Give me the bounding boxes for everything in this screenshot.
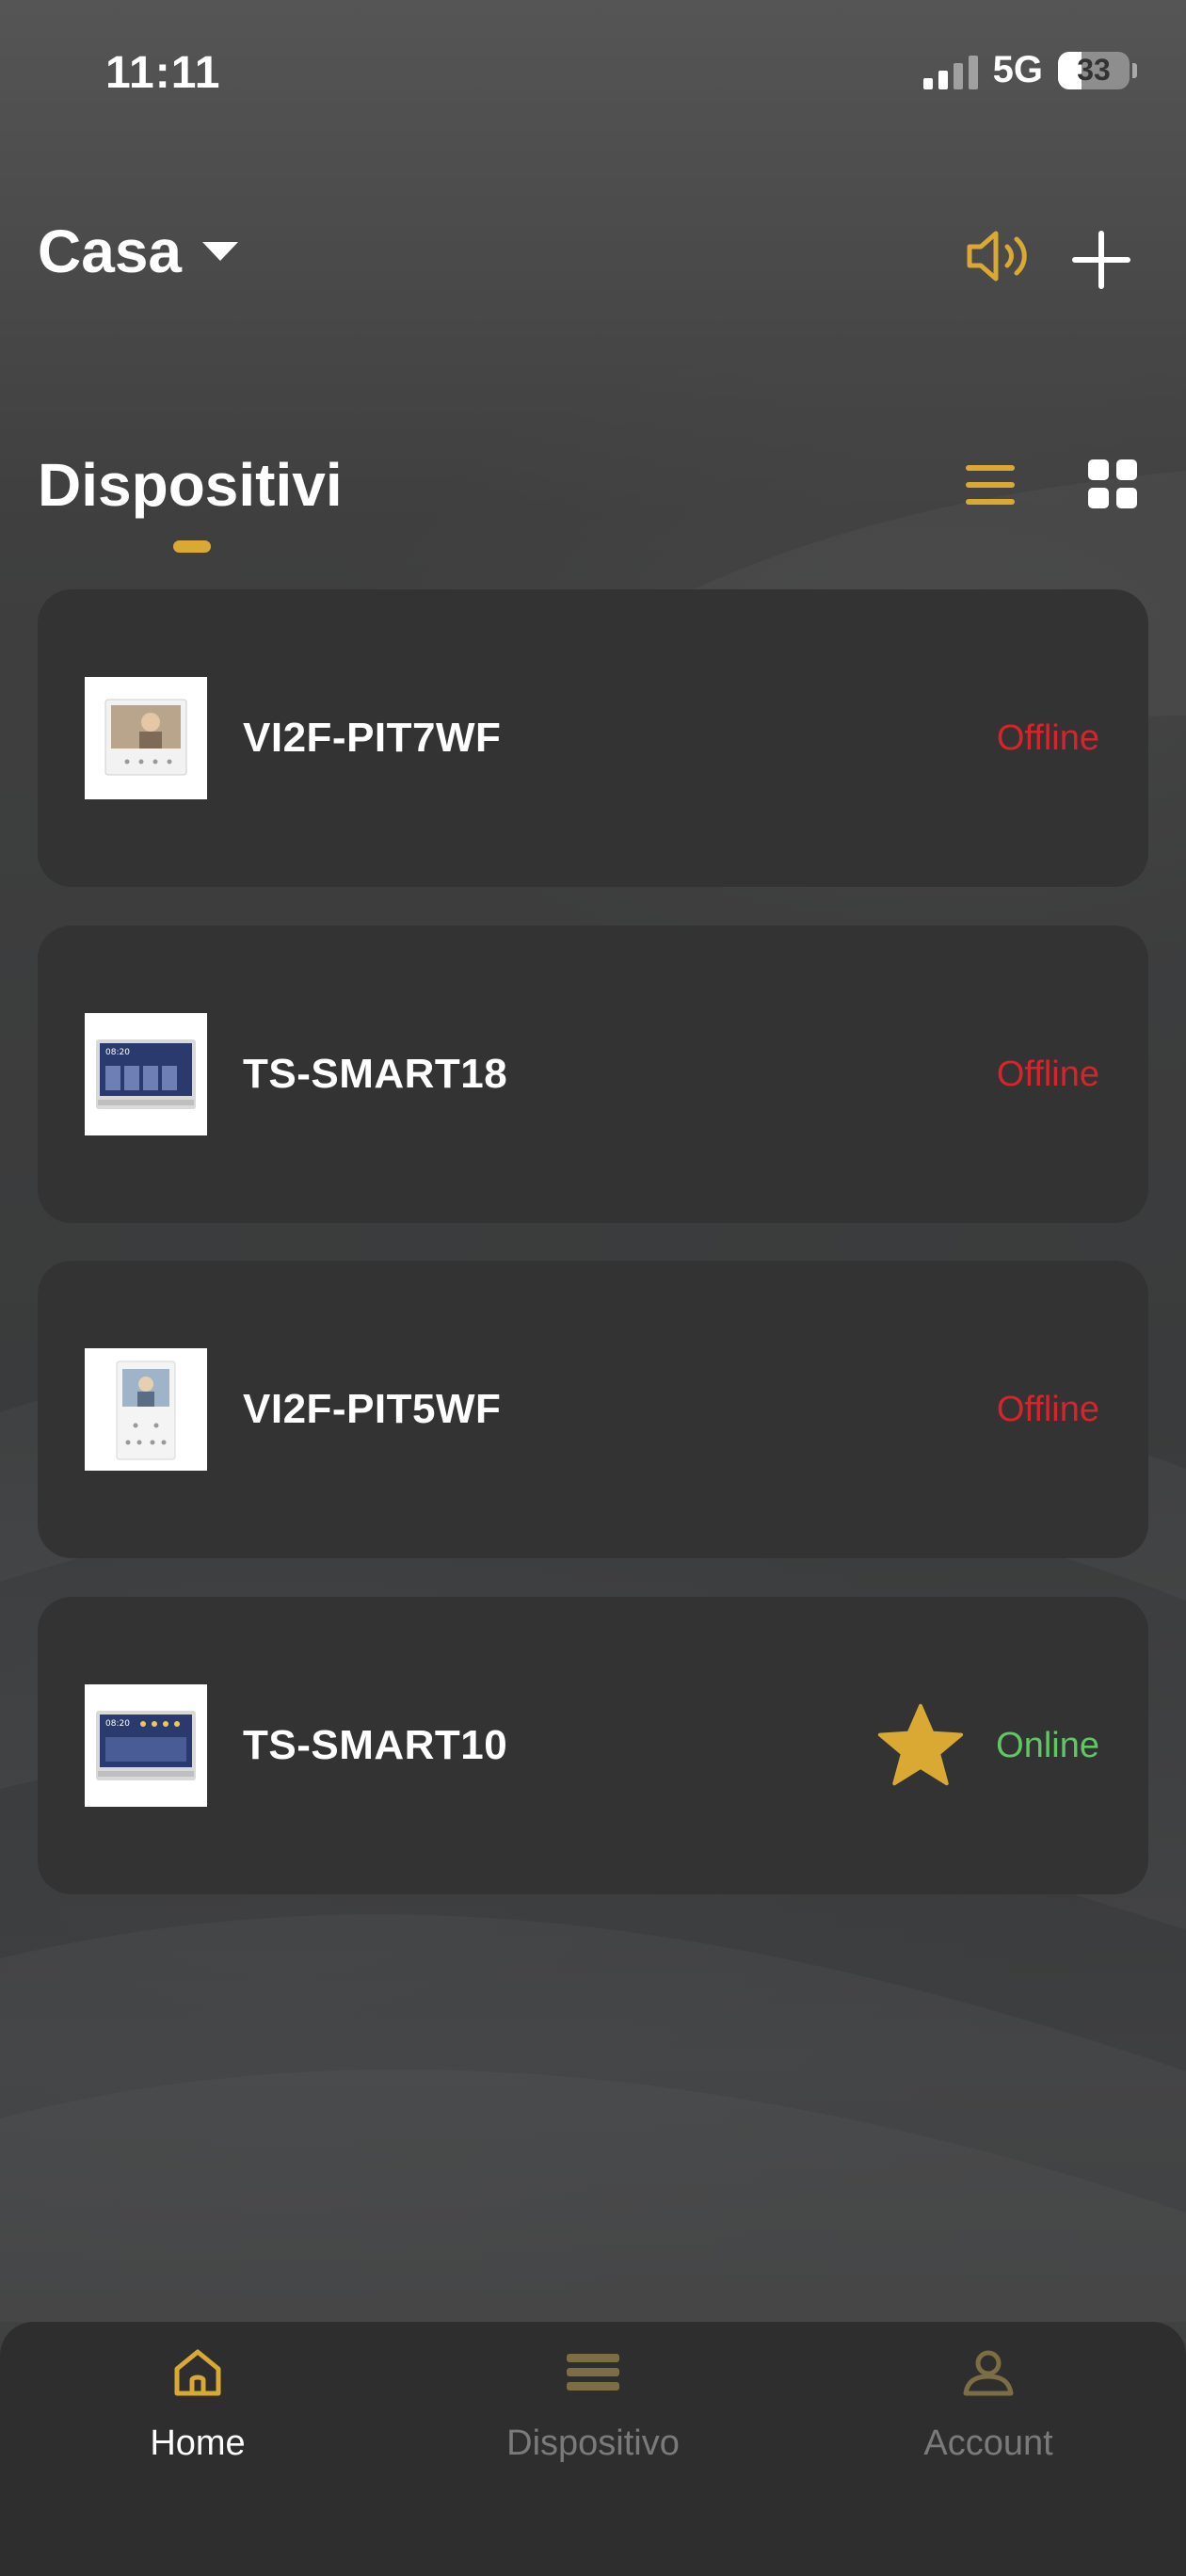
status-time: 11:11: [105, 48, 221, 98]
signal-icon: [922, 52, 978, 89]
caret-down-icon: [202, 242, 238, 261]
device-card[interactable]: 08:20 TS-SMART10 Online: [38, 1597, 1148, 1894]
device-name: TS-SMART10: [243, 1722, 508, 1768]
device-card[interactable]: VI2F-PIT5WF Offline: [38, 1261, 1148, 1558]
account-icon: [963, 2350, 1014, 2396]
section-underline: [173, 540, 211, 553]
device-name: TS-SMART18: [243, 1051, 508, 1097]
device-status: Offline: [996, 1054, 1099, 1094]
tab-home[interactable]: Home: [56, 2322, 339, 2576]
device-card[interactable]: VI2F-PIT7WF Offline: [38, 589, 1148, 887]
list-view-icon[interactable]: [964, 461, 1017, 508]
tab-account[interactable]: Account: [847, 2322, 1130, 2576]
tab-dispositivo[interactable]: Dispositivo: [452, 2322, 734, 2576]
svg-text:08:20: 08:20: [105, 1048, 130, 1057]
svg-text:08:20: 08:20: [105, 1719, 130, 1729]
star-icon[interactable]: [875, 1700, 966, 1791]
tab-label: Account: [923, 2423, 1053, 2463]
device-name: VI2F-PIT5WF: [243, 1386, 502, 1432]
tab-bar: Home Dispositivo Account: [0, 2322, 1186, 2576]
device-card[interactable]: 08:20 TS-SMART18 Offline: [38, 926, 1148, 1223]
device-thumbnail: [85, 677, 207, 799]
device-name: VI2F-PIT7WF: [243, 715, 502, 761]
grid-view-icon[interactable]: [1086, 458, 1139, 510]
device-status: Offline: [996, 717, 1099, 758]
device-thumbnail: 08:20: [85, 1684, 207, 1807]
battery-icon: 33: [1058, 51, 1137, 89]
device-status: Online: [996, 1725, 1099, 1765]
home-icon: [174, 2349, 221, 2396]
section-title: Dispositivi: [38, 451, 343, 519]
device-thumbnail: [85, 1348, 207, 1471]
speaker-icon[interactable]: [964, 226, 1035, 286]
home-selector[interactable]: Casa: [38, 217, 238, 286]
tab-label: Dispositivo: [506, 2423, 680, 2463]
device-icon: [567, 2354, 619, 2391]
device-thumbnail: 08:20: [85, 1013, 207, 1135]
device-status: Offline: [996, 1389, 1099, 1429]
tab-label: Home: [150, 2423, 246, 2463]
plus-icon[interactable]: [1071, 230, 1131, 290]
status-indicators: 5G 33: [922, 49, 1137, 91]
battery-percent: 33: [1077, 53, 1111, 87]
network-type: 5G: [992, 49, 1043, 90]
home-name: Casa: [38, 217, 182, 285]
